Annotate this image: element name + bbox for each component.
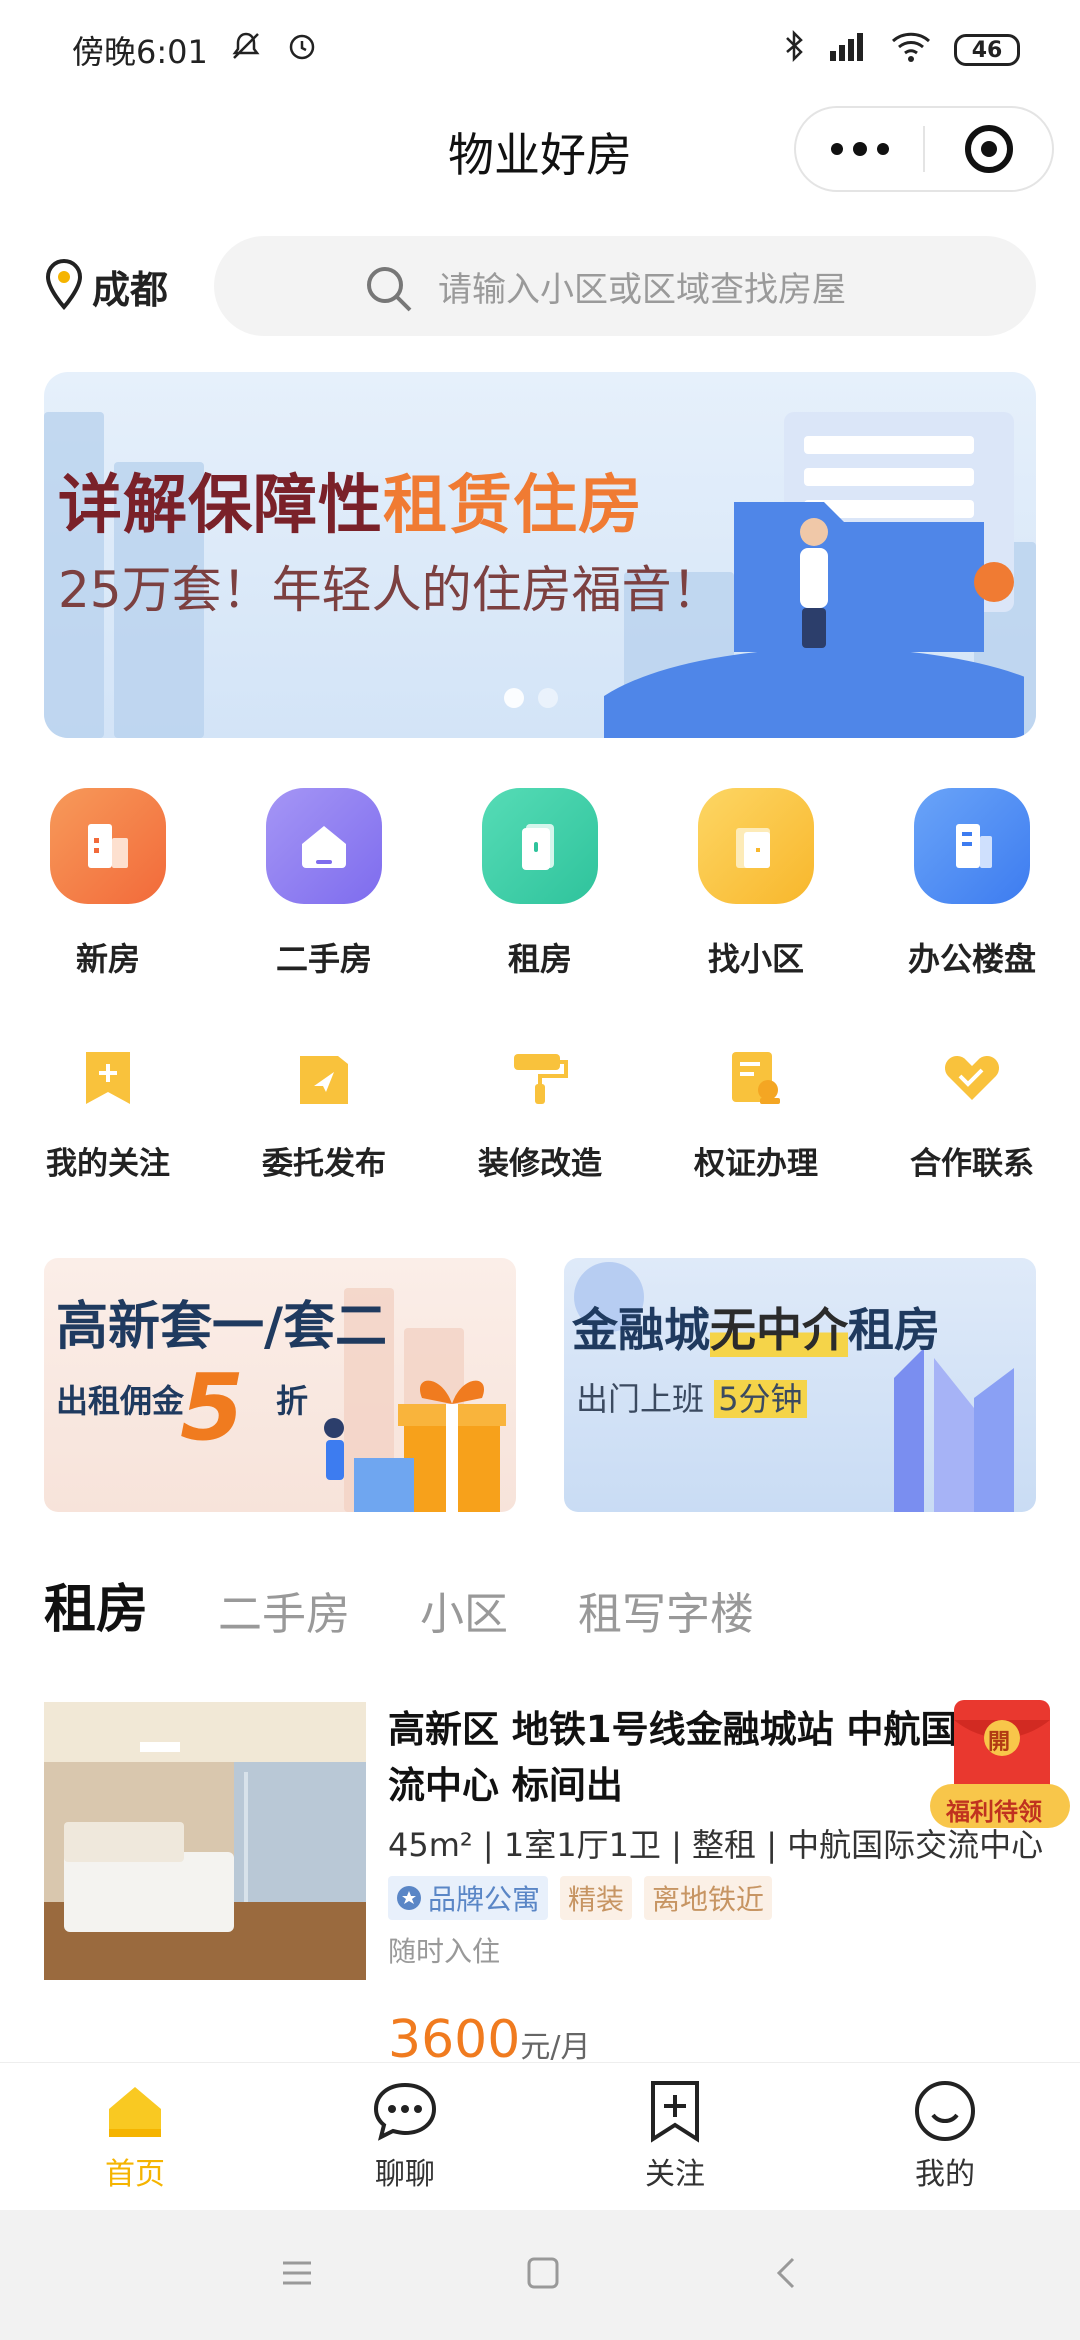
search-placeholder: 请输入小区或区域查找房屋 (438, 269, 846, 310)
nav-rent[interactable]: 租房 (432, 788, 648, 988)
chat-icon (373, 2082, 437, 2141)
promo-left-number: 5 (180, 1354, 245, 1461)
search-row: 成都 请输入小区或区域查找房屋 (44, 236, 1036, 336)
search-input[interactable]: 请输入小区或区域查找房屋 (214, 236, 1036, 336)
close-button[interactable] (925, 125, 1052, 173)
gift-illustration (324, 1380, 506, 1512)
welfare-red-envelope[interactable]: 開 福利待领 (930, 1700, 1070, 1830)
bookmark-icon (70, 1040, 146, 1116)
welfare-badge: 開 (988, 1730, 1011, 1755)
city-name: 成都 (92, 267, 169, 312)
tag-brand-apartment: 品牌公寓 (388, 1876, 549, 1920)
promo-banner[interactable]: 详解保障性租赁住房 25万套！年轻人的住房福音！ (44, 372, 1036, 738)
tabbar-follow[interactable]: 关注 (540, 2063, 810, 2210)
status-bar: 傍晚6:01 46 (0, 0, 1080, 100)
bottom-tab-bar: 首页 聊聊 关注 我的 (0, 2062, 1080, 2210)
alarm-icon (284, 28, 320, 72)
smile-icon (915, 2081, 975, 2141)
listing-price: 3600元/月 (388, 2010, 591, 2070)
page: 傍晚6:01 46 物业好房 成都 请输入小区或区域查找房屋 详解保障性租赁住房… (0, 0, 1080, 2340)
menu-icon[interactable] (279, 2258, 315, 2292)
door-icon (482, 788, 598, 904)
wifi-icon (890, 29, 932, 71)
sub-nav: 我的关注 委托发布 装修改造 权证办理 合作联系 (0, 1040, 1080, 1190)
tab-community[interactable]: 小区 (420, 1578, 508, 1642)
badge-icon (397, 1886, 421, 1910)
nav-renovation[interactable]: 装修改造 (432, 1040, 648, 1190)
paint-roller-icon (502, 1040, 578, 1116)
tag-decorated: 精装 (560, 1876, 633, 1920)
building-icon (50, 788, 166, 904)
home-square-icon[interactable] (525, 2255, 561, 2295)
mute-icon (228, 28, 264, 72)
target-icon (964, 125, 1013, 173)
nav-second-hand[interactable]: 二手房 (216, 788, 432, 988)
welfare-label: 福利待领 (946, 1798, 1042, 1826)
promo-right-sub: 出门上班 5分钟 (576, 1374, 807, 1420)
title-bar: 物业好房 (0, 100, 1080, 210)
main-nav: 新房 二手房 租房 找小区 办公楼盘 (0, 788, 1080, 988)
search-icon (364, 264, 414, 318)
promo-card-commission[interactable]: 高新套一/套二 出租佣金 5 折 (44, 1258, 516, 1512)
handshake-icon (934, 1040, 1010, 1116)
banner-title: 详解保障性租赁住房 (58, 469, 643, 543)
listing-tags: 品牌公寓 精装 离地铁近 (388, 1876, 1036, 1920)
more-button[interactable] (796, 142, 923, 156)
tabbar-chat[interactable]: 聊聊 (270, 2063, 540, 2210)
nav-office[interactable]: 办公楼盘 (864, 788, 1080, 988)
nav-find-community[interactable]: 找小区 (648, 788, 864, 988)
tab-rent[interactable]: 租房 (44, 1567, 148, 1642)
location-pin-icon (44, 258, 84, 314)
promo-card-finance-city[interactable]: 金融城无中介租房 出门上班 5分钟 (564, 1258, 1036, 1512)
certificate-icon (718, 1040, 794, 1116)
nav-new-house[interactable]: 新房 (0, 788, 216, 988)
office-icon (914, 788, 1030, 904)
bookmark-plus-icon (651, 2081, 699, 2143)
nav-my-follow[interactable]: 我的关注 (0, 1040, 216, 1190)
back-icon[interactable] (771, 2255, 801, 2295)
bluetooth-icon (782, 28, 806, 72)
city-selector[interactable]: 成都 (44, 258, 204, 314)
promo-left-sub: 出租佣金 (56, 1382, 185, 1420)
listing-photo (44, 1702, 366, 1980)
nav-entrust-publish[interactable]: 委托发布 (216, 1040, 432, 1190)
battery-indicator: 46 (954, 34, 1020, 66)
miniprogram-capsule (794, 106, 1054, 192)
tabbar-home[interactable]: 首页 (0, 2063, 270, 2210)
banner-subtitle: 25万套！年轻人的住房福音！ (58, 561, 722, 619)
listing-availability: 随时入住 (388, 1935, 501, 1968)
community-icon (698, 788, 814, 904)
send-icon (286, 1040, 362, 1116)
system-nav-bar (0, 2210, 1080, 2340)
tab-office-rent[interactable]: 租写字楼 (578, 1578, 754, 1642)
nav-cooperation[interactable]: 合作联系 (864, 1040, 1080, 1190)
nav-certificate[interactable]: 权证办理 (648, 1040, 864, 1190)
tab-second-hand[interactable]: 二手房 (218, 1578, 350, 1642)
carousel-dots (504, 688, 558, 708)
signal-icon (828, 29, 868, 71)
promo-right-title: 金融城无中介租房 (572, 1303, 940, 1357)
listing-tabs: 租房 二手房 小区 租写字楼 (44, 1568, 1036, 1642)
status-time: 傍晚6:01 (72, 33, 208, 71)
home-icon (109, 2087, 161, 2137)
house-icon (266, 788, 382, 904)
tag-near-metro: 离地铁近 (644, 1876, 773, 1920)
promo-left-suffix: 折 (276, 1382, 309, 1420)
listing-card[interactable]: 高新区 地铁1号线金融城站 中航国际交流中心 标间出 45m² | 1室1厅1卫… (44, 1702, 1043, 2070)
tabbar-profile[interactable]: 我的 (810, 2063, 1080, 2210)
